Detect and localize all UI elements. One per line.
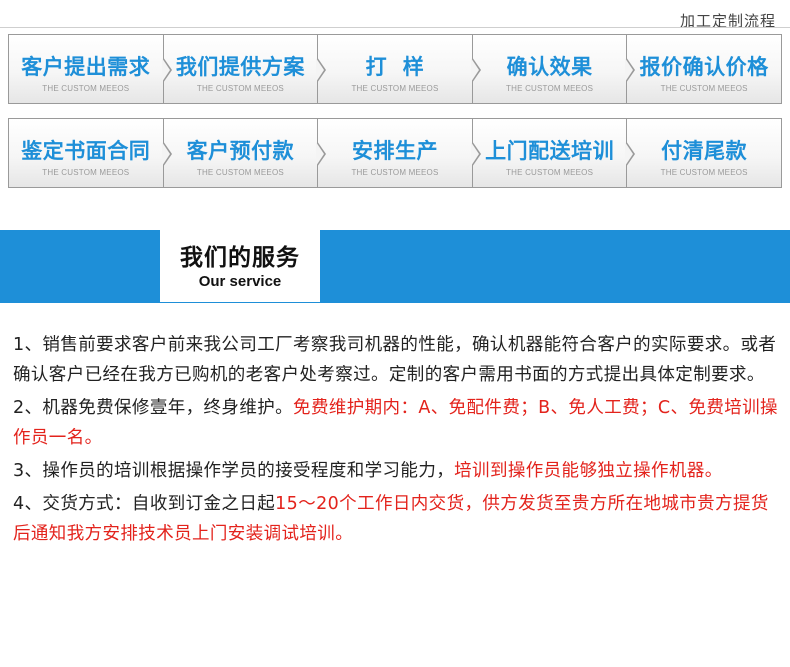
step-title: 客户提出需求 xyxy=(21,55,151,79)
step-subtitle: THE CUSTOM MEEOS xyxy=(351,84,439,93)
step-subtitle: THE CUSTOM MEEOS xyxy=(660,84,748,93)
step-subtitle: THE CUSTOM MEEOS xyxy=(42,168,130,177)
step-title: 打 样 xyxy=(365,55,425,79)
divider xyxy=(0,27,790,28)
arrow-right-icon xyxy=(316,141,327,167)
step-quote-price: 报价确认价格 THE CUSTOM MEEOS xyxy=(626,34,782,104)
step-title: 确认效果 xyxy=(506,55,593,79)
step-subtitle: THE CUSTOM MEEOS xyxy=(660,168,748,177)
step-subtitle: THE CUSTOM MEEOS xyxy=(506,168,594,177)
term-item-2: 2、机器免费保修壹年，终身维护。免费维护期内：A、免配件费；B、免人工费；C、免… xyxy=(13,393,781,453)
step-provide-plan: 我们提供方案 THE CUSTOM MEEOS xyxy=(162,34,327,104)
step-title: 付清尾款 xyxy=(661,139,748,163)
step-confirm-effect: 确认效果 THE CUSTOM MEEOS xyxy=(471,34,636,104)
banner-bar-right xyxy=(320,230,790,303)
step-subtitle: THE CUSTOM MEEOS xyxy=(42,84,130,93)
step-sample: 打 样 THE CUSTOM MEEOS xyxy=(317,34,481,104)
step-title: 报价确认价格 xyxy=(639,55,769,79)
step-title: 上门配送培训 xyxy=(485,139,615,163)
step-final-payment: 付清尾款 THE CUSTOM MEEOS xyxy=(626,118,782,188)
step-customer-request: 客户提出需求 THE CUSTOM MEEOS xyxy=(8,34,172,104)
arrow-right-icon xyxy=(625,141,636,167)
step-subtitle: THE CUSTOM MEEOS xyxy=(351,168,439,177)
term-text: 2、机器免费保修壹年，终身维护。 xyxy=(13,398,294,418)
step-prepayment: 客户预付款 THE CUSTOM MEEOS xyxy=(162,118,327,188)
step-title: 客户预付款 xyxy=(186,139,295,163)
step-subtitle: THE CUSTOM MEEOS xyxy=(196,84,284,93)
service-banner: 我们的服务 Our service xyxy=(0,230,790,303)
banner-bar-left xyxy=(0,230,160,303)
step-delivery-training: 上门配送培训 THE CUSTOM MEEOS xyxy=(471,118,636,188)
term-text: 3、操作员的培训根据操作学员的接受程度和学习能力， xyxy=(13,461,455,481)
arrow-right-icon xyxy=(161,57,172,83)
step-subtitle: THE CUSTOM MEEOS xyxy=(196,168,284,177)
step-subtitle: THE CUSTOM MEEOS xyxy=(506,84,594,93)
arrow-right-icon xyxy=(161,141,172,167)
arrow-right-icon xyxy=(470,141,481,167)
step-title: 我们提供方案 xyxy=(175,55,305,79)
service-terms: 1、销售前要求客户前来我公司工厂考察我司机器的性能，确认机器能符合客户的实际要求… xyxy=(13,330,781,549)
process-row-2: 鉴定书面合同 THE CUSTOM MEEOS 客户预付款 THE CUSTOM… xyxy=(8,118,782,188)
term-text: 1、销售前要求客户前来我公司工厂考察我司机器的性能，确认机器能符合客户的实际要求… xyxy=(13,335,777,385)
service-subheading: Our service xyxy=(198,273,282,290)
step-title: 鉴定书面合同 xyxy=(21,139,151,163)
arrow-right-icon xyxy=(470,57,481,83)
term-highlight: 培训到操作员能够独立操作机器。 xyxy=(454,461,723,481)
term-item-1: 1、销售前要求客户前来我公司工厂考察我司机器的性能，确认机器能符合客户的实际要求… xyxy=(13,330,781,390)
term-item-4: 4、交货方式：自收到订金之日起15～20个工作日内交货，供方发货至贵方所在地城市… xyxy=(13,489,781,549)
process-row-1: 客户提出需求 THE CUSTOM MEEOS 我们提供方案 THE CUSTO… xyxy=(8,34,782,104)
step-title: 安排生产 xyxy=(351,139,438,163)
arrow-right-icon xyxy=(625,57,636,83)
arrow-right-icon xyxy=(316,57,327,83)
step-production: 安排生产 THE CUSTOM MEEOS xyxy=(317,118,481,188)
term-item-3: 3、操作员的培训根据操作学员的接受程度和学习能力，培训到操作员能够独立操作机器。 xyxy=(13,456,781,486)
step-sign-contract: 鉴定书面合同 THE CUSTOM MEEOS xyxy=(8,118,172,188)
term-text: 4、交货方式：自收到订金之日起 xyxy=(13,494,276,514)
service-heading: 我们的服务 xyxy=(180,245,300,271)
banner-underline xyxy=(0,302,790,303)
